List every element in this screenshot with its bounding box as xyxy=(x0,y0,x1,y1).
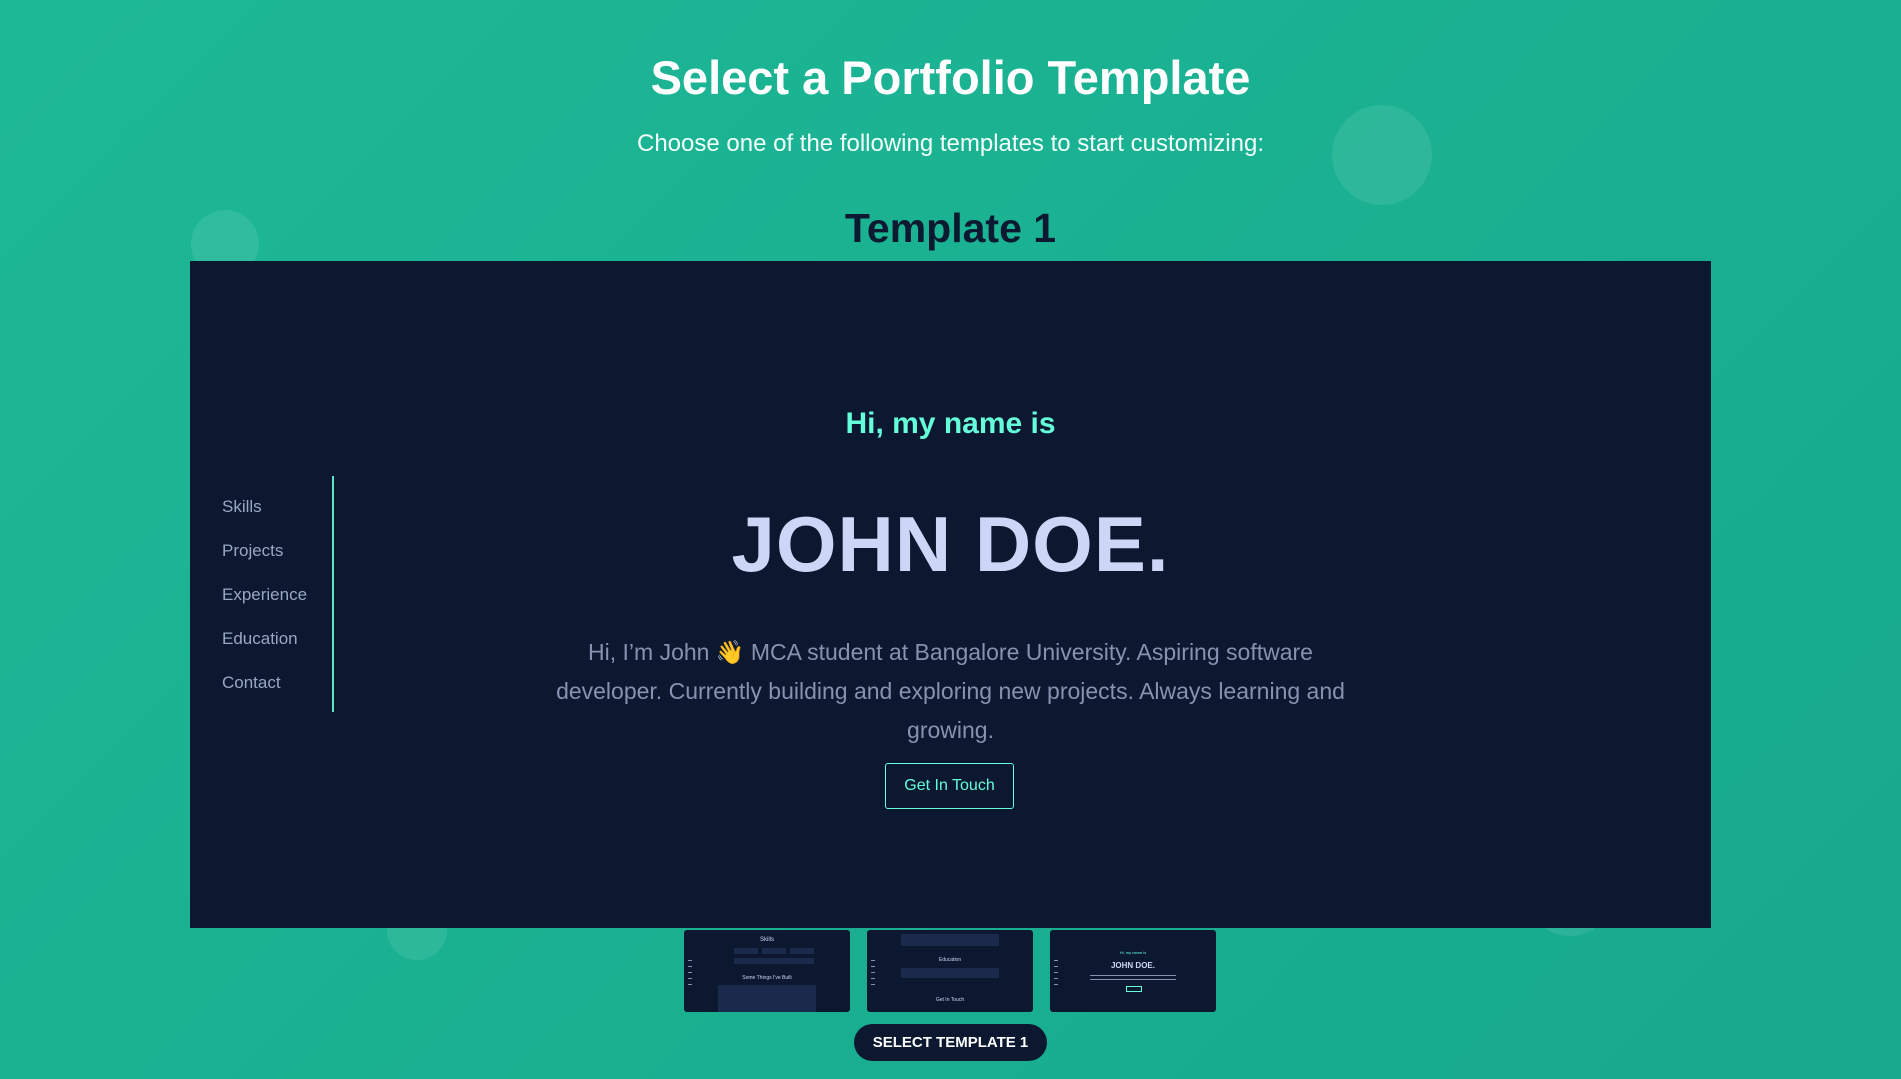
page-subtitle: Choose one of the following templates to… xyxy=(637,130,1264,157)
thumbnail-card xyxy=(734,958,814,964)
nav-link-contact[interactable]: Contact xyxy=(222,670,332,714)
select-template-button[interactable]: SELECT TEMPLATE 1 xyxy=(854,1024,1047,1061)
thumbnail-3[interactable]: Hi, my name is JOHN DOE. xyxy=(1050,930,1216,1012)
template-preview[interactable]: Skills Projects Experience Education Con… xyxy=(190,261,1711,928)
hero-greeting: Hi, my name is xyxy=(845,407,1056,440)
get-in-touch-button[interactable]: Get In Touch xyxy=(885,763,1014,809)
thumbnail-heading: Education xyxy=(938,957,962,963)
thumbnail-card xyxy=(762,948,786,954)
thumbnail-card xyxy=(790,948,814,954)
thumbnail-greeting: Hi, my name is xyxy=(1119,950,1147,955)
thumbnail-nav xyxy=(871,960,875,990)
thumbnail-button xyxy=(1126,986,1142,992)
hero-name: JOHN DOE. xyxy=(731,500,1170,588)
thumbnail-nav xyxy=(1054,960,1058,990)
thumbnail-card xyxy=(718,985,816,1012)
thumbnail-1[interactable]: Skills Some Things I've Built xyxy=(684,930,850,1012)
thumbnail-bio-line xyxy=(1090,979,1176,980)
page-title: Select a Portfolio Template xyxy=(650,51,1251,104)
nav-link-education[interactable]: Education xyxy=(222,626,332,670)
thumbnail-2[interactable]: Education Get In Touch xyxy=(867,930,1033,1012)
thumbnail-card xyxy=(734,948,758,954)
thumbnail-card xyxy=(901,934,999,946)
hero-bio: Hi, I’m John 👋 MCA student at Bangalore … xyxy=(556,639,1345,743)
thumbnail-bio-line xyxy=(1090,975,1176,976)
thumbnail-heading: Skills xyxy=(759,937,774,943)
thumbnail-card xyxy=(901,968,999,978)
thumbnail-name: JOHN DOE. xyxy=(1110,961,1155,970)
thumbnail-section: Get In Touch xyxy=(935,997,965,1003)
template-heading: Template 1 xyxy=(844,205,1057,251)
thumbnail-nav xyxy=(688,960,692,990)
thumbnail-section: Some Things I've Built xyxy=(742,975,792,981)
